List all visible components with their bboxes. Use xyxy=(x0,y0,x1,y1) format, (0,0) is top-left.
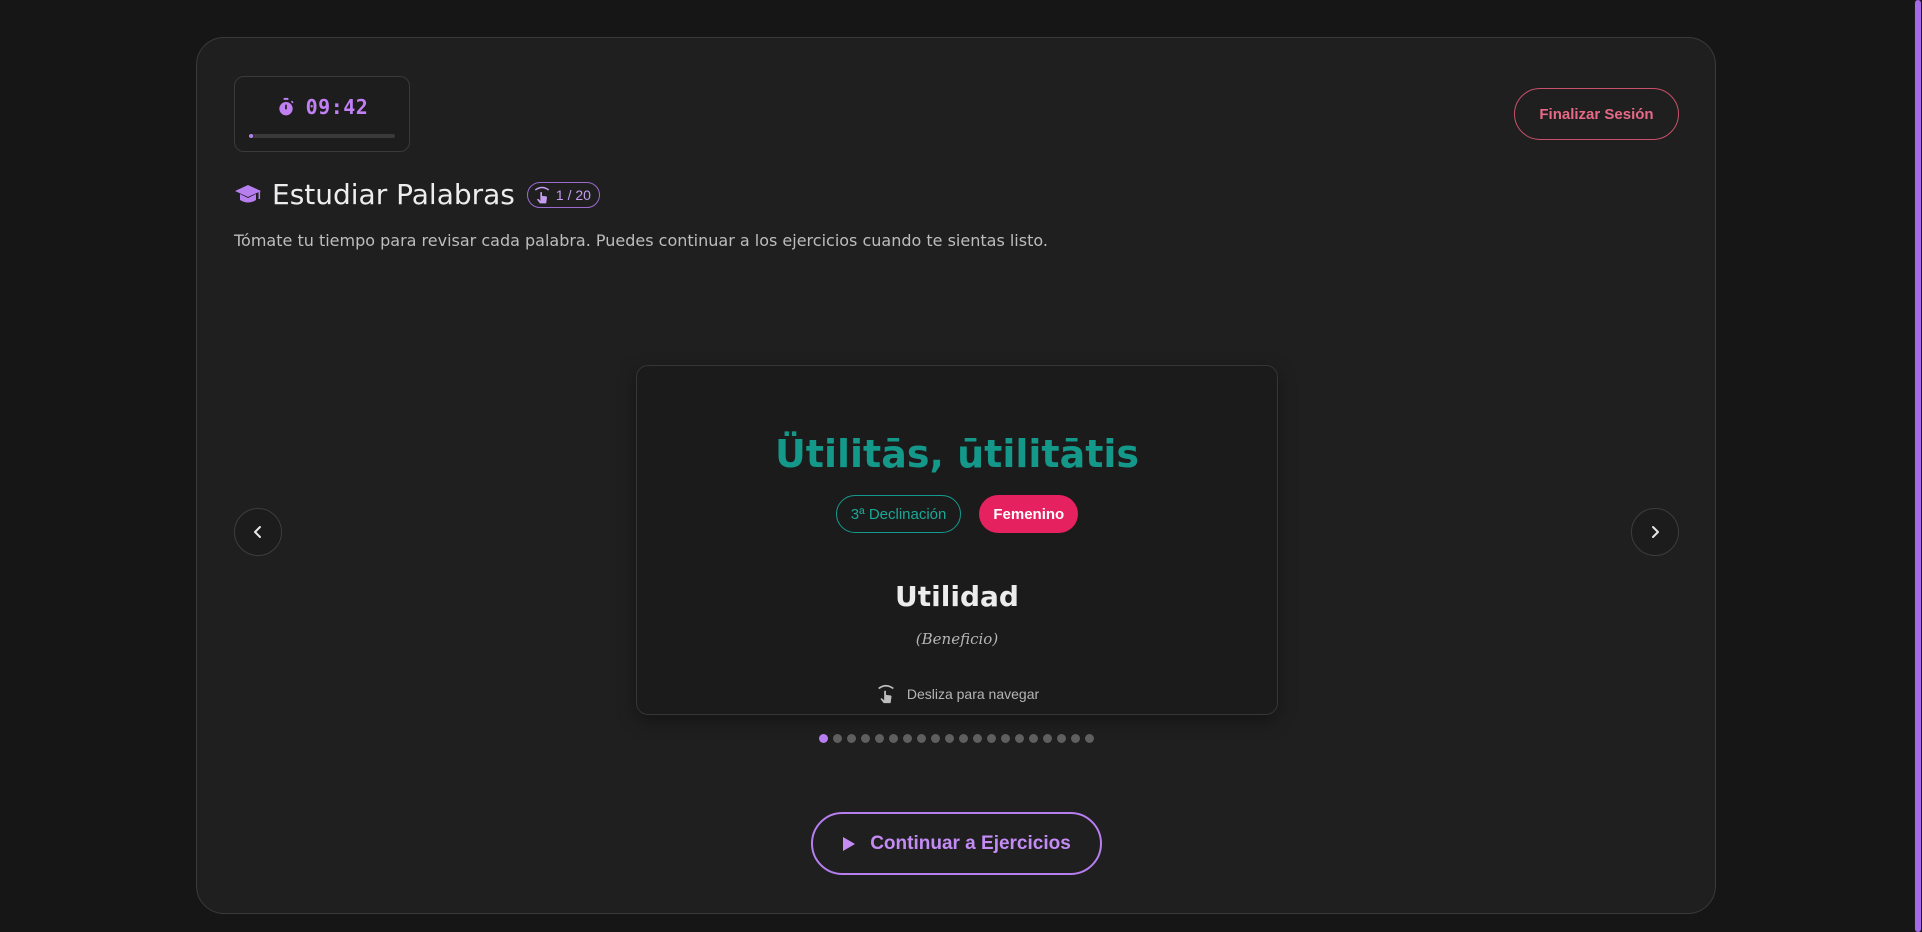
pagination-dots xyxy=(819,734,1094,743)
page-title: Estudiar Palabras xyxy=(272,178,515,211)
pagination-dot[interactable] xyxy=(917,734,926,743)
scrollbar[interactable] xyxy=(1914,0,1922,932)
pagination-dot[interactable] xyxy=(819,734,828,743)
swipe-hint-text: Desliza para navegar xyxy=(906,686,1040,702)
swipe-icon xyxy=(534,186,550,203)
word-synonym: (Beneficio) xyxy=(915,630,999,648)
continue-label: Continuar a Ejercicios xyxy=(870,832,1071,854)
swipe-icon xyxy=(878,684,894,704)
gender-badge: Femenino xyxy=(979,495,1079,533)
word-meaning: Utilidad xyxy=(895,580,1019,613)
pagination-dot[interactable] xyxy=(945,734,954,743)
declension-badge: 3ª Declinación xyxy=(835,495,962,533)
instructions-text: Tómate tu tiempo para revisar cada palab… xyxy=(234,231,1048,250)
next-word-button[interactable] xyxy=(1631,508,1679,556)
continue-to-exercises-button[interactable]: Continuar a Ejercicios xyxy=(811,812,1102,875)
timer-progress-fill xyxy=(249,134,254,138)
scrollbar-thumb[interactable] xyxy=(1915,0,1921,932)
pagination-dot[interactable] xyxy=(1057,734,1066,743)
pagination-dot[interactable] xyxy=(861,734,870,743)
chevron-right-icon xyxy=(1652,526,1659,538)
swipe-hint: Desliza para navegar xyxy=(637,683,1277,705)
pagination-dot[interactable] xyxy=(973,734,982,743)
latin-word: Ütilitās, ūtilitātis xyxy=(774,432,1140,476)
pagination-dot[interactable] xyxy=(1001,734,1010,743)
pagination-dot[interactable] xyxy=(833,734,842,743)
pagination-dot[interactable] xyxy=(987,734,996,743)
pagination-dot[interactable] xyxy=(903,734,912,743)
study-panel: 09:42 Finalizar Sesión Estudiar Palabras… xyxy=(196,37,1716,914)
flashcard[interactable]: Ütilitās, ūtilitātis 3ª Declinación Feme… xyxy=(636,365,1278,715)
word-counter-badge: 1 / 20 xyxy=(526,181,600,208)
timer-progress-bar xyxy=(249,134,395,138)
pagination-dot[interactable] xyxy=(847,734,856,743)
pagination-dot[interactable] xyxy=(1043,734,1052,743)
previous-word-button[interactable] xyxy=(234,508,282,556)
end-session-button[interactable]: Finalizar Sesión xyxy=(1514,88,1679,140)
pagination-dot[interactable] xyxy=(1085,734,1094,743)
pagination-dot[interactable] xyxy=(1029,734,1038,743)
timer-value: 09:42 xyxy=(305,95,369,119)
chevron-left-icon xyxy=(254,526,261,538)
pagination-dot[interactable] xyxy=(959,734,968,743)
session-timer: 09:42 xyxy=(234,76,410,152)
pagination-dot[interactable] xyxy=(1015,734,1024,743)
pagination-dot[interactable] xyxy=(889,734,898,743)
word-counter: 1 / 20 xyxy=(555,186,591,203)
pagination-dot[interactable] xyxy=(931,734,940,743)
page: 09:42 Finalizar Sesión Estudiar Palabras… xyxy=(0,0,1922,932)
play-icon xyxy=(843,836,856,851)
word-tags: 3ª Declinación Femenino xyxy=(637,495,1277,533)
graduation-cap-icon xyxy=(235,184,261,202)
page-heading: Estudiar Palabras 1 / 20 xyxy=(234,178,600,211)
pagination-dot[interactable] xyxy=(875,734,884,743)
stopwatch-icon xyxy=(278,97,294,116)
pagination-dot[interactable] xyxy=(1071,734,1080,743)
